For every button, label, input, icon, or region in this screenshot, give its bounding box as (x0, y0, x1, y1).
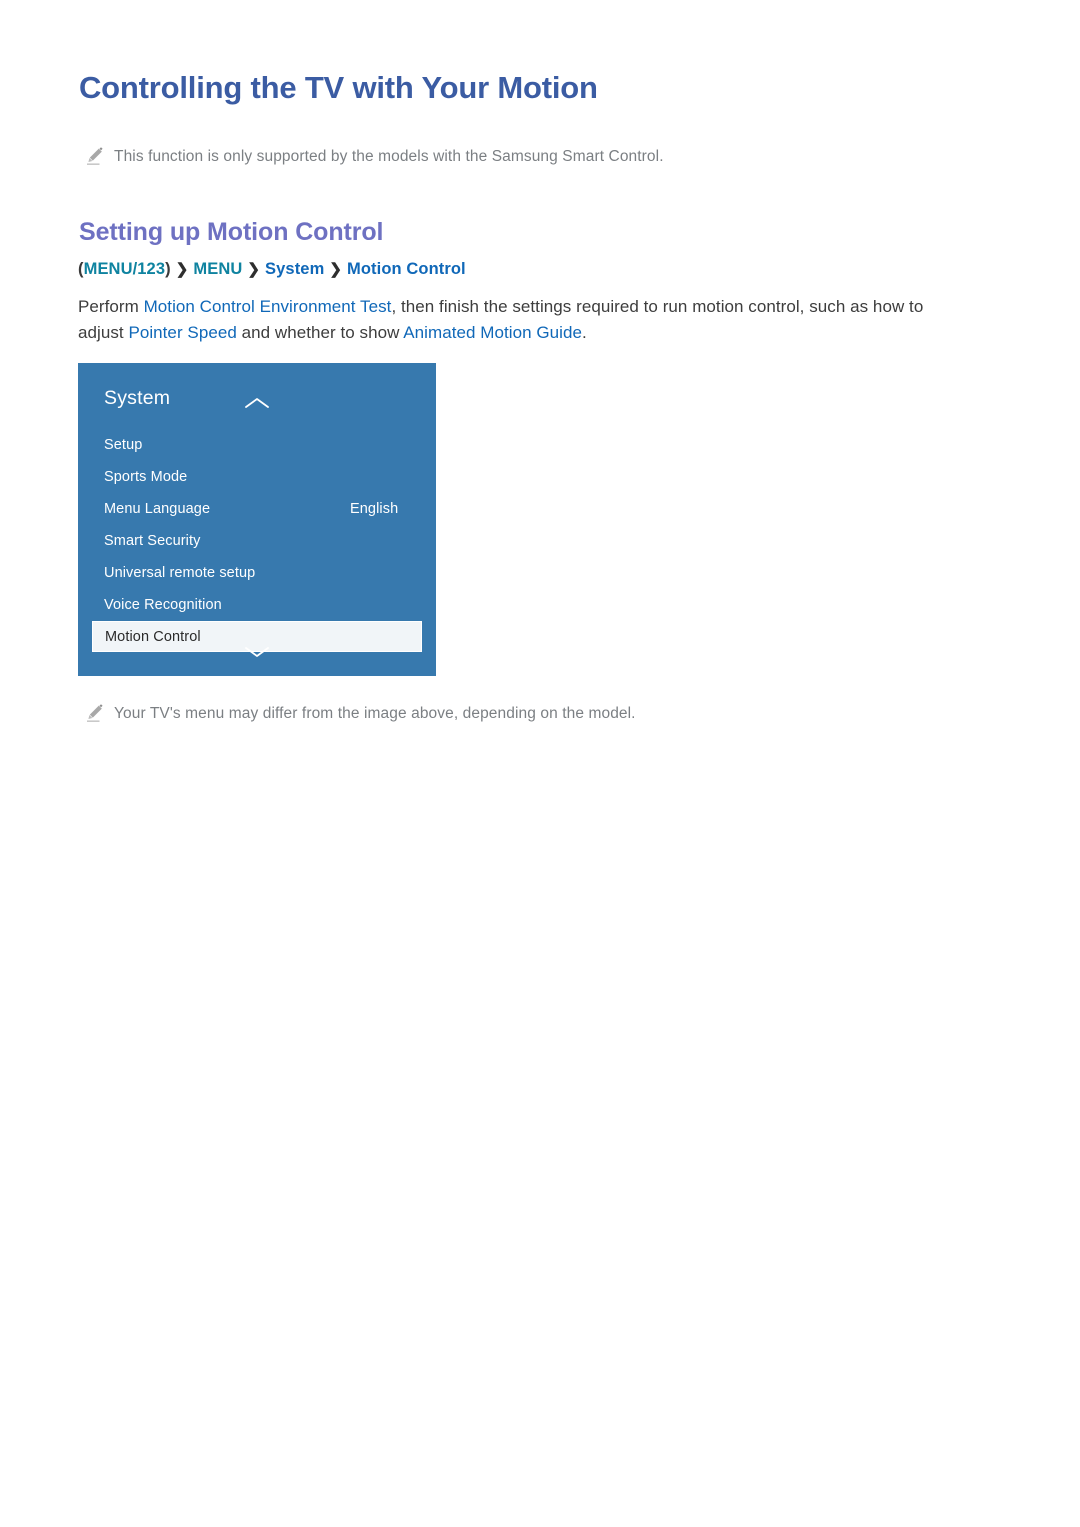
tv-menu-item-label: Smart Security (104, 533, 201, 549)
tv-menu-item-smart-security[interactable]: Smart Security (78, 525, 436, 557)
tv-menu-item-universal-remote-setup[interactable]: Universal remote setup (78, 557, 436, 589)
chevron-right-icon: ❯ (329, 261, 343, 278)
pencil-icon (84, 147, 114, 169)
tv-menu-item-label: Motion Control (105, 628, 201, 645)
tv-menu-item-voice-recognition[interactable]: Voice Recognition (78, 589, 436, 621)
tv-menu-item-label: Setup (104, 437, 143, 453)
body-text-part3: and whether to show (236, 323, 404, 342)
body-text-part4: . (581, 323, 587, 342)
breadcrumb-close-paren: ) (165, 260, 171, 278)
chevron-down-icon[interactable] (244, 645, 270, 659)
breadcrumb-item-system[interactable]: System (265, 260, 324, 278)
tv-menu-list: Setup Sports Mode Menu Language English … (78, 429, 436, 652)
tv-menu-item-label: Menu Language (104, 501, 211, 517)
chevron-right-icon: ❯ (247, 261, 261, 278)
body-link-pointer-speed[interactable]: Pointer Speed (128, 323, 236, 342)
breadcrumb-item-motion-control[interactable]: Motion Control (347, 260, 466, 278)
note-callout: Your TV's menu may differ from the image… (84, 703, 636, 725)
tv-menu-item-setup[interactable]: Setup (78, 429, 436, 461)
body-paragraph: Perform Motion Control Environment Test,… (78, 294, 958, 346)
section-heading: Setting up Motion Control (79, 218, 384, 246)
tv-menu-item-label: Sports Mode (104, 469, 188, 485)
note-callout: This function is only supported by the m… (84, 146, 664, 168)
note-text: This function is only supported by the m… (114, 148, 664, 165)
pencil-icon (84, 704, 114, 726)
tv-menu-panel: System Setup Sports Mode Menu Language E… (78, 363, 436, 676)
tv-menu-item-value: English (350, 501, 399, 517)
tv-menu-item-label: Universal remote setup (104, 565, 256, 581)
chevron-up-icon[interactable] (244, 396, 270, 410)
document-page: Controlling the TV with Your Motion This… (0, 0, 1080, 1527)
tv-menu-item-label: Voice Recognition (104, 597, 222, 613)
tv-menu-item-sports-mode[interactable]: Sports Mode (78, 461, 436, 493)
body-text-part1: Perform (78, 297, 144, 316)
breadcrumb-item-menu[interactable]: MENU (193, 260, 242, 278)
breadcrumb-item-menu123[interactable]: MENU/123 (84, 260, 166, 278)
tv-menu-item-menu-language[interactable]: Menu Language English (78, 493, 436, 525)
page-title: Controlling the TV with Your Motion (79, 70, 598, 105)
tv-menu-title: System (104, 387, 171, 409)
breadcrumb: (MENU/123) ❯ MENU ❯ System ❯ Motion Control (78, 260, 466, 279)
chevron-right-icon: ❯ (175, 261, 189, 278)
body-link-environment-test[interactable]: Motion Control Environment Test (144, 297, 392, 316)
note-text: Your TV's menu may differ from the image… (114, 705, 636, 722)
body-link-animated-motion-guide[interactable]: Animated Motion Guide (403, 323, 582, 342)
